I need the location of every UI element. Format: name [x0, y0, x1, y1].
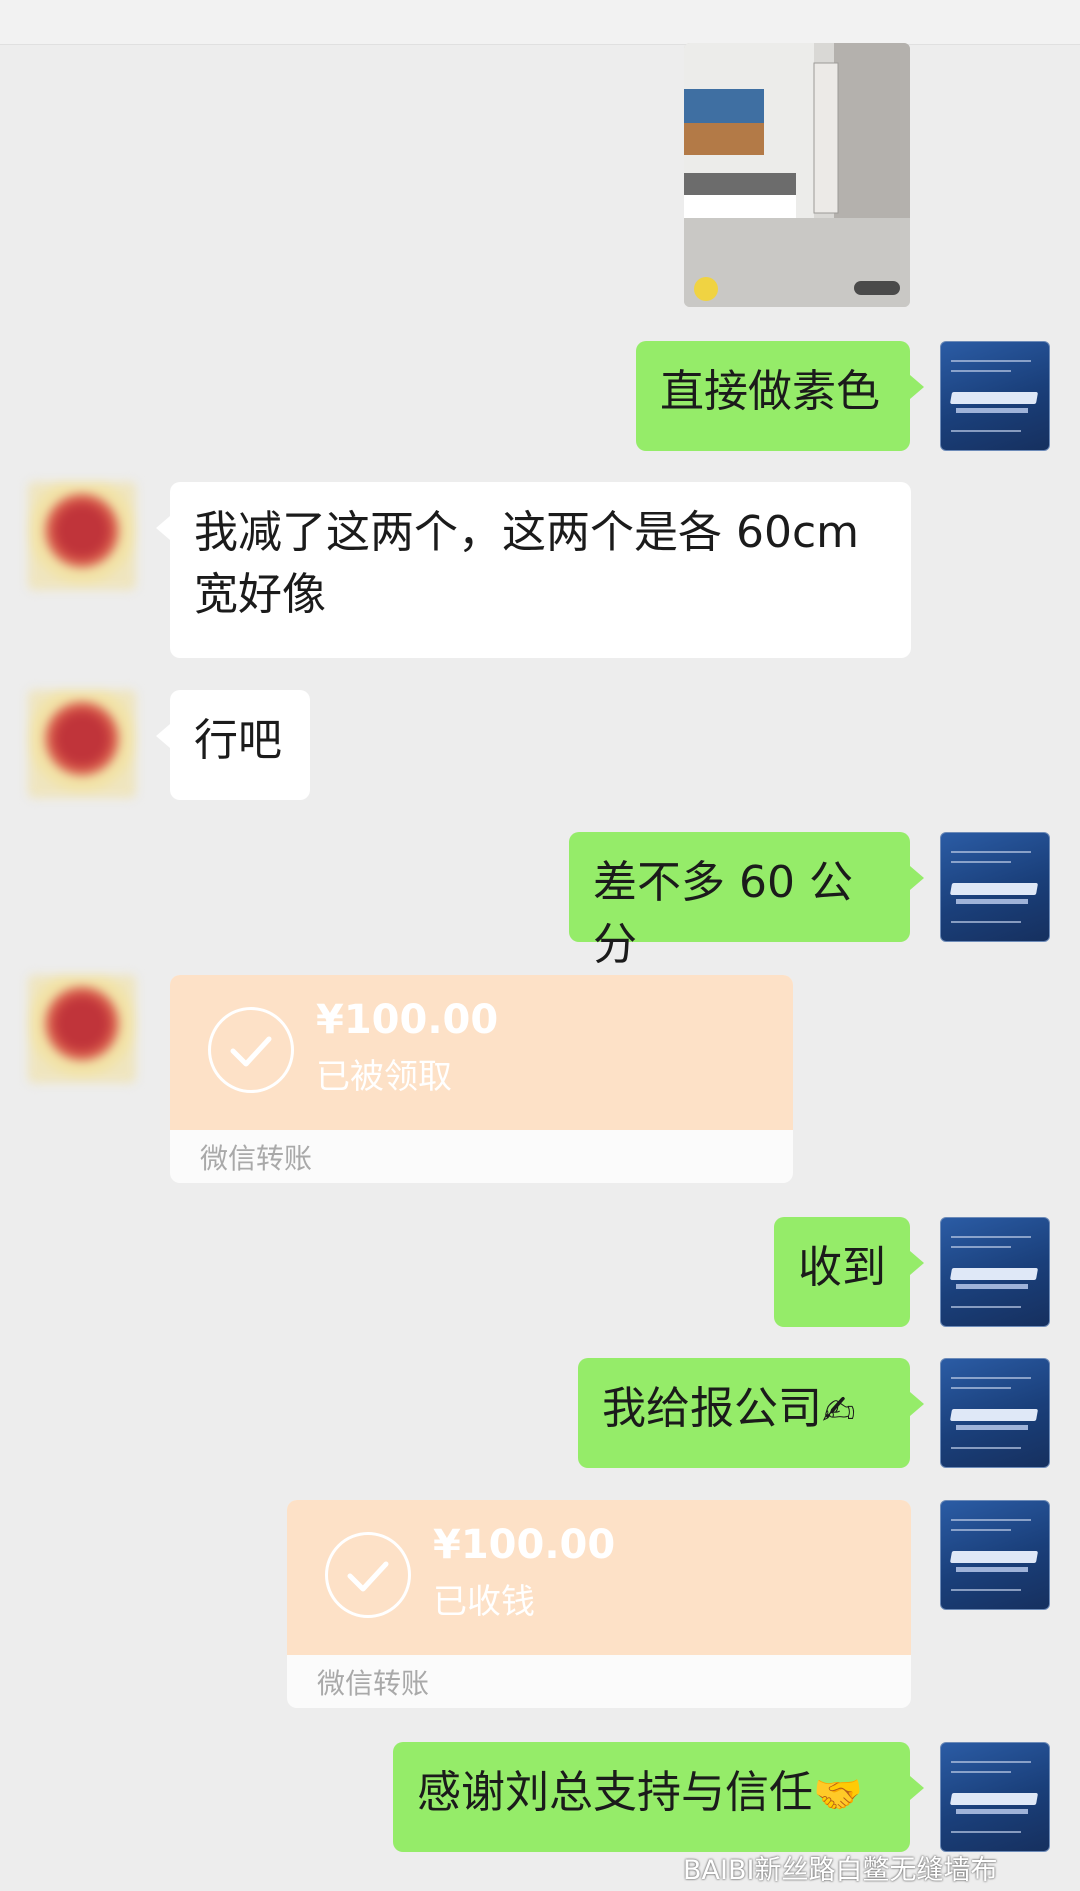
my-avatar[interactable] [940, 1358, 1050, 1468]
transfer-status: 已收钱 [433, 1582, 535, 1622]
wechat-transfer-card[interactable]: ¥100.00 已收钱 微信转账 [287, 1500, 911, 1708]
message-text: 差不多 60 公分 [593, 857, 853, 970]
message-bubble-sent[interactable]: 我给报公司✍ [578, 1358, 924, 1468]
writing-hand-icon: ✍ [822, 1388, 856, 1434]
my-avatar[interactable] [940, 1742, 1050, 1852]
contact-avatar[interactable] [28, 482, 136, 590]
check-icon [325, 1532, 411, 1618]
contact-avatar[interactable] [28, 975, 136, 1083]
message-bubble-sent[interactable]: 直接做素色 [636, 341, 924, 451]
message-text: 行吧 [194, 715, 282, 766]
top-bar [0, 0, 1080, 45]
transfer-header: ¥100.00 已被领取 [170, 975, 793, 1130]
room-photo [684, 43, 910, 307]
contact-avatar[interactable] [28, 690, 136, 798]
message-bubble-sent[interactable]: 感谢刘总支持与信任🤝 [393, 1742, 924, 1852]
my-avatar[interactable] [940, 341, 1050, 451]
message-bubble-sent[interactable]: 收到 [774, 1217, 924, 1327]
transfer-amount: ¥100.00 [433, 1522, 616, 1568]
message-text: 我减了这两个，这两个是各 60cm 宽好像 [194, 507, 860, 620]
message-text: 直接做素色 [660, 366, 880, 417]
my-avatar[interactable] [940, 1500, 1050, 1610]
message-bubble-sent[interactable]: 差不多 60 公分 [569, 832, 924, 970]
message-bubble-received[interactable]: 行吧 [156, 690, 310, 800]
message-bubble-received[interactable]: 我减了这两个，这两个是各 60cm 宽好像 [156, 482, 911, 658]
transfer-label: 微信转账 [317, 1667, 430, 1700]
check-icon [208, 1007, 294, 1093]
transfer-label: 微信转账 [200, 1142, 313, 1175]
handshake-icon: 🤝 [813, 1772, 863, 1818]
my-avatar[interactable] [940, 1217, 1050, 1327]
message-text: 感谢刘总支持与信任 [417, 1767, 813, 1818]
my-avatar[interactable] [940, 832, 1050, 942]
transfer-status: 已被领取 [316, 1057, 452, 1097]
transfer-header: ¥100.00 已收钱 [287, 1500, 911, 1655]
photo-message[interactable] [684, 43, 910, 307]
message-text: 收到 [798, 1242, 886, 1293]
watermark: BAIBI新丝路白鳖无缝墙布 [683, 1855, 998, 1886]
transfer-amount: ¥100.00 [316, 997, 499, 1043]
message-text: 我给报公司 [602, 1383, 822, 1434]
wechat-transfer-card[interactable]: ¥100.00 已被领取 微信转账 [170, 975, 793, 1183]
